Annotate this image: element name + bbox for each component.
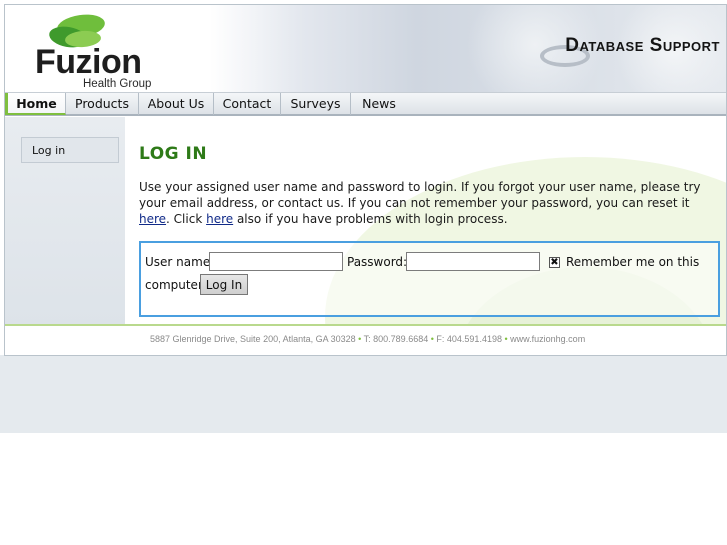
footer-fax: F: 404.591.4198: [436, 334, 502, 344]
intro-text-part: . Click: [166, 212, 207, 226]
remember-me-label: Remember me on this: [566, 255, 700, 269]
password-label: Password:: [347, 255, 408, 269]
intro-text: Use your assigned user name and password…: [139, 179, 724, 227]
nav-item-news[interactable]: News: [351, 93, 407, 115]
intro-text-part: Use your assigned user name and password…: [139, 180, 701, 210]
username-input[interactable]: [209, 252, 343, 271]
footer-separator: •: [358, 334, 362, 344]
footer-contact: 5887 Glenridge Drive, Suite 200, Atlanta…: [150, 334, 585, 344]
footer: 5887 Glenridge Drive, Suite 200, Atlanta…: [5, 326, 726, 355]
remember-me-label-2: computer: [145, 278, 203, 292]
logo-subtitle: Health Group: [83, 78, 152, 90]
site-title: Database Support: [565, 35, 720, 56]
footer-address: 5887 Glenridge Drive, Suite 200, Atlanta…: [150, 334, 356, 344]
reset-password-link[interactable]: here: [139, 212, 166, 226]
password-input[interactable]: [406, 252, 540, 271]
page-title: LOG IN: [139, 144, 208, 164]
nav-item-products[interactable]: Products: [66, 93, 139, 115]
footer-phone: T: 800.789.6684: [363, 334, 429, 344]
sidebar-item-label: Log in: [32, 144, 66, 157]
nav-item-contact[interactable]: Contact: [214, 93, 281, 115]
intro-text-part: also if you have problems with login pro…: [233, 212, 508, 226]
header: Database Support Fuzion Health Group: [5, 5, 726, 92]
footer-separator: •: [430, 334, 434, 344]
login-help-link[interactable]: here: [206, 212, 233, 226]
main-content: LOG IN Use your assigned user name and p…: [125, 117, 726, 325]
remember-me-checkbox[interactable]: ✖: [549, 257, 560, 268]
nav-item-home[interactable]: Home: [5, 93, 66, 115]
logo[interactable]: Fuzion Health Group: [35, 11, 165, 92]
nav-item-about-us[interactable]: About Us: [139, 93, 214, 115]
page-frame: Database Support Fuzion Health Group Hom…: [4, 4, 727, 356]
sidebar: Log in: [5, 117, 125, 325]
sidebar-item-log-in[interactable]: Log in: [21, 137, 119, 163]
footer-separator: •: [504, 334, 508, 344]
login-form: User name: Password: ✖ Remember me on th…: [139, 241, 720, 317]
main-nav: Home Products About Us Contact Surveys N…: [5, 92, 726, 116]
page-background-band: [0, 355, 727, 433]
log-in-button[interactable]: Log In: [200, 274, 248, 295]
username-label: User name:: [145, 255, 215, 269]
logo-name: Fuzion: [35, 43, 142, 81]
nav-item-surveys[interactable]: Surveys: [281, 93, 351, 115]
footer-website-link[interactable]: www.fuzionhg.com: [510, 334, 585, 344]
